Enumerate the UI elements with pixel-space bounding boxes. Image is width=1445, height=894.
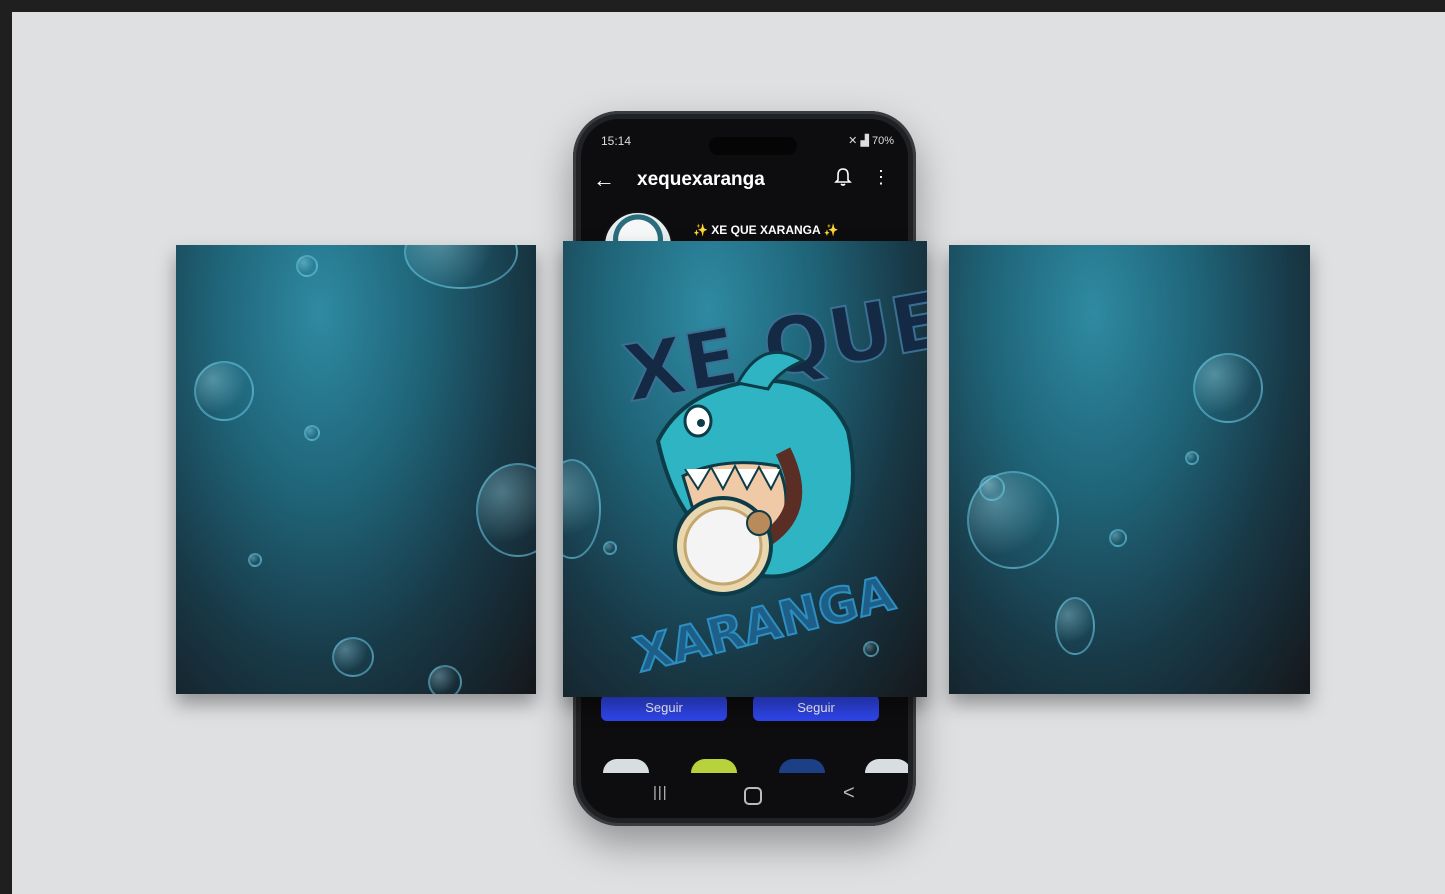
- battery-label: 70%: [871, 135, 894, 147]
- story-avatar[interactable]: [779, 759, 825, 773]
- story-avatar[interactable]: [603, 759, 649, 773]
- bubble: [1109, 529, 1127, 547]
- logo-bottom-text: XARANGA: [629, 565, 900, 683]
- bubble: [1185, 451, 1199, 465]
- bubble: [332, 637, 374, 677]
- sparkle-icon: ✨: [693, 223, 708, 237]
- bubble: [476, 463, 536, 557]
- app-bar: ← xequexaranga ⋮: [581, 161, 908, 201]
- bubble: [428, 665, 462, 694]
- sparkle-icon: ✨: [823, 223, 839, 237]
- bubble: [404, 245, 518, 289]
- android-nav-bar: ||| <: [581, 782, 908, 808]
- mockup-canvas: 15:14 ✕ ▟ 70% ← xequexaranga ⋮ ✨ XE QUE …: [12, 12, 1445, 894]
- carousel-panel-center: XE QUE XARANGA: [563, 241, 927, 697]
- signal-icon: ▟: [860, 135, 869, 147]
- suggested-accounts: [599, 759, 908, 779]
- home-icon[interactable]: [744, 787, 762, 805]
- status-time: 15:14: [601, 134, 632, 148]
- mute-icon: ✕: [848, 135, 858, 147]
- bubble: [194, 361, 254, 421]
- story-avatar[interactable]: [865, 759, 908, 773]
- bubble: [248, 553, 262, 567]
- follow-button[interactable]: Seguir: [601, 695, 727, 721]
- bio-text: XE QUE XARANGA: [711, 223, 821, 237]
- bubble: [304, 425, 320, 441]
- nav-back-icon[interactable]: <: [843, 782, 855, 805]
- follow-row: Seguir Seguir: [601, 695, 891, 721]
- status-battery: ✕ ▟ 70%: [848, 134, 894, 147]
- carousel-panel-left: [176, 245, 536, 694]
- recent-apps-icon[interactable]: |||: [653, 784, 668, 801]
- follow-button[interactable]: Seguir: [753, 695, 879, 721]
- bubble: [979, 475, 1005, 501]
- profile-bio: ✨ XE QUE XARANGA ✨: [693, 223, 839, 237]
- more-vert-icon[interactable]: ⋮: [872, 167, 890, 187]
- bubble: [296, 255, 318, 277]
- bubble: [1193, 353, 1263, 423]
- camera-notch: [709, 137, 797, 155]
- bell-icon[interactable]: [834, 167, 852, 187]
- carousel-panel-right: [949, 245, 1310, 694]
- account-name: xequexaranga: [637, 169, 765, 190]
- xe-que-xaranga-logo: XE QUE XARANGA: [617, 274, 927, 685]
- story-avatar[interactable]: [691, 759, 737, 773]
- bubble: [1055, 597, 1095, 655]
- arrow-left-icon[interactable]: ←: [593, 169, 615, 191]
